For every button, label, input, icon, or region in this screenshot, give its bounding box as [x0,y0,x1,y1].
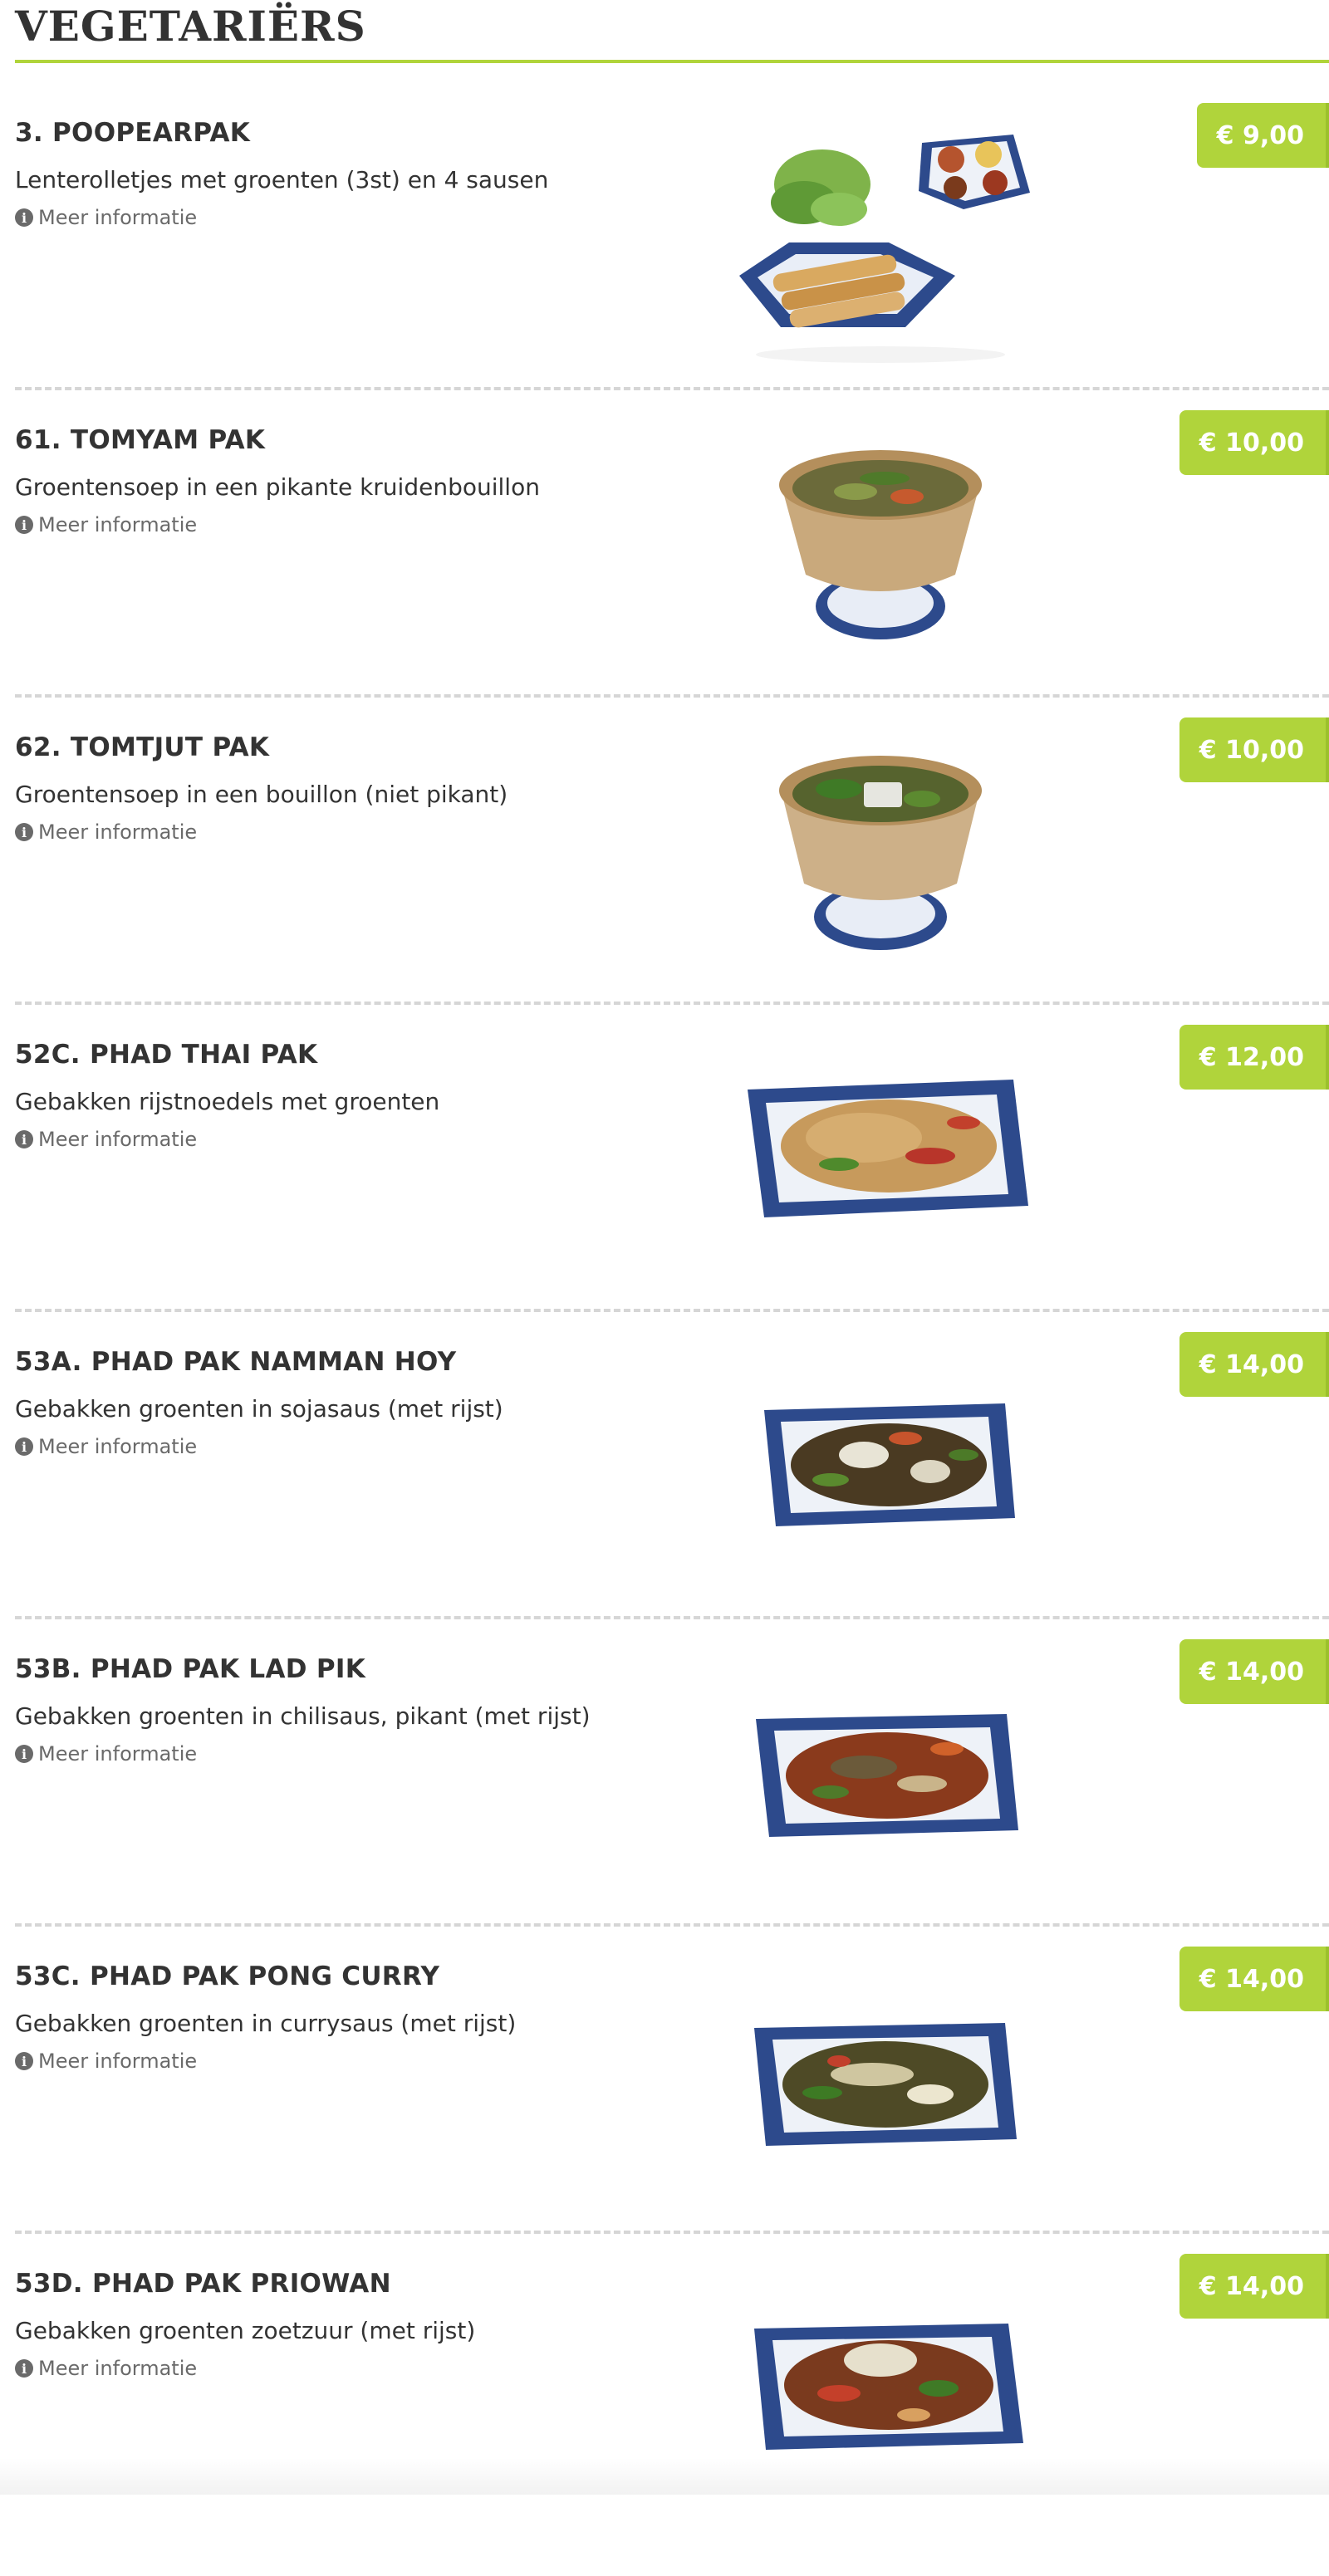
item-description: Gebakken groenten in sojasaus (met rijst… [15,1395,503,1423]
info-icon: i [15,823,33,841]
menu-item: 61. TOMYAM PAK Groentensoep in een pikan… [0,410,1329,732]
stir-fry-photo [764,1403,1015,1526]
info-icon: i [15,208,33,227]
more-info-label: Meer informatie [38,513,198,536]
item-divider [15,1923,1329,1927]
more-info-link[interactable]: i Meer informatie [15,2050,197,2073]
item-title: 61. TOMYAM PAK [15,425,266,455]
item-title: 53B. PHAD PAK LAD PIK [15,1654,366,1684]
price-button[interactable]: € 9,00 [1196,103,1329,168]
item-description: Gebakken groenten in currysaus (met rijs… [15,2010,517,2037]
item-divider [15,694,1329,698]
item-divider [15,1309,1329,1312]
item-title: 53D. PHAD PAK PRIOWAN [15,2269,391,2299]
info-icon: i [15,2052,33,2070]
item-description: Gebakken groenten zoetzuur (met rijst) [15,2317,476,2344]
item-title: 3. POOPEARPAK [15,118,251,148]
item-divider [15,1616,1329,1619]
menu-item: 62. TOMTJUT PAK Groentensoep in een boui… [0,717,1329,1040]
item-title: 62. TOMTJUT PAK [15,732,270,762]
item-description: Gebakken groenten in chilisaus, pikant (… [15,1702,591,1730]
menu-item: 52C. PHAD THAI PAK Gebakken rijstnoedels… [0,1025,1329,1347]
more-info-label: Meer informatie [38,206,198,229]
menu-item: 53D. PHAD PAK PRIOWAN Gebakken groenten … [0,2254,1329,2576]
stir-fry-photo [754,2023,1017,2146]
menu-item: 3. POOPEARPAK Lenterolletjes met groente… [0,103,1329,425]
soup-photo [779,450,982,639]
price-button[interactable]: € 12,00 [1179,1025,1329,1090]
info-icon: i [15,1437,33,1456]
more-info-link[interactable]: i Meer informatie [15,820,197,844]
section-heading: VEGETARIËRS [15,2,366,51]
price-button[interactable]: € 10,00 [1179,410,1329,475]
spring-rolls-photo [739,135,1030,363]
menu-item: 53A. PHAD PAK NAMMAN HOY Gebakken groent… [0,1332,1329,1654]
more-info-label: Meer informatie [38,1435,198,1458]
more-info-label: Meer informatie [38,1128,198,1151]
price-button[interactable]: € 14,00 [1179,1947,1329,2011]
more-info-link[interactable]: i Meer informatie [15,1128,197,1151]
more-info-label: Meer informatie [38,2050,198,2073]
more-info-label: Meer informatie [38,820,198,844]
item-description: Lenterolletjes met groenten (3st) en 4 s… [15,166,549,193]
item-divider [15,2231,1329,2234]
info-icon: i [15,516,33,534]
item-title: 52C. PHAD THAI PAK [15,1040,318,1070]
item-title: 53A. PHAD PAK NAMMAN HOY [15,1347,457,1377]
more-info-label: Meer informatie [38,1742,198,1765]
price-button[interactable]: € 14,00 [1179,2254,1329,2319]
info-icon: i [15,1745,33,1763]
page-bottom-fade [0,2458,1329,2495]
item-title: 53C. PHAD PAK PONG CURRY [15,1961,440,1991]
noodle-plate-photo [748,1080,1028,1217]
more-info-link[interactable]: i Meer informatie [15,2357,197,2380]
info-icon: i [15,1130,33,1148]
stir-fry-photo [756,1714,1018,1837]
item-divider [15,1002,1329,1005]
info-icon: i [15,2359,33,2378]
item-description: Gebakken rijstnoedels met groenten [15,1088,440,1115]
price-button[interactable]: € 14,00 [1179,1332,1329,1397]
more-info-link[interactable]: i Meer informatie [15,513,197,536]
price-button[interactable]: € 14,00 [1179,1639,1329,1704]
menu-item: 53B. PHAD PAK LAD PIK Gebakken groenten … [0,1639,1329,1961]
item-divider [15,387,1329,390]
price-button[interactable]: € 10,00 [1179,717,1329,782]
heading-underline [15,60,1329,63]
more-info-link[interactable]: i Meer informatie [15,206,197,229]
soup-photo [779,756,982,950]
more-info-link[interactable]: i Meer informatie [15,1435,197,1458]
item-description: Groentensoep in een pikante kruidenbouil… [15,473,540,501]
menu-item: 53C. PHAD PAK PONG CURRY Gebakken groent… [0,1947,1329,2269]
item-description: Groentensoep in een bouillon (niet pikan… [15,781,508,808]
more-info-link[interactable]: i Meer informatie [15,1742,197,1765]
more-info-label: Meer informatie [38,2357,198,2380]
